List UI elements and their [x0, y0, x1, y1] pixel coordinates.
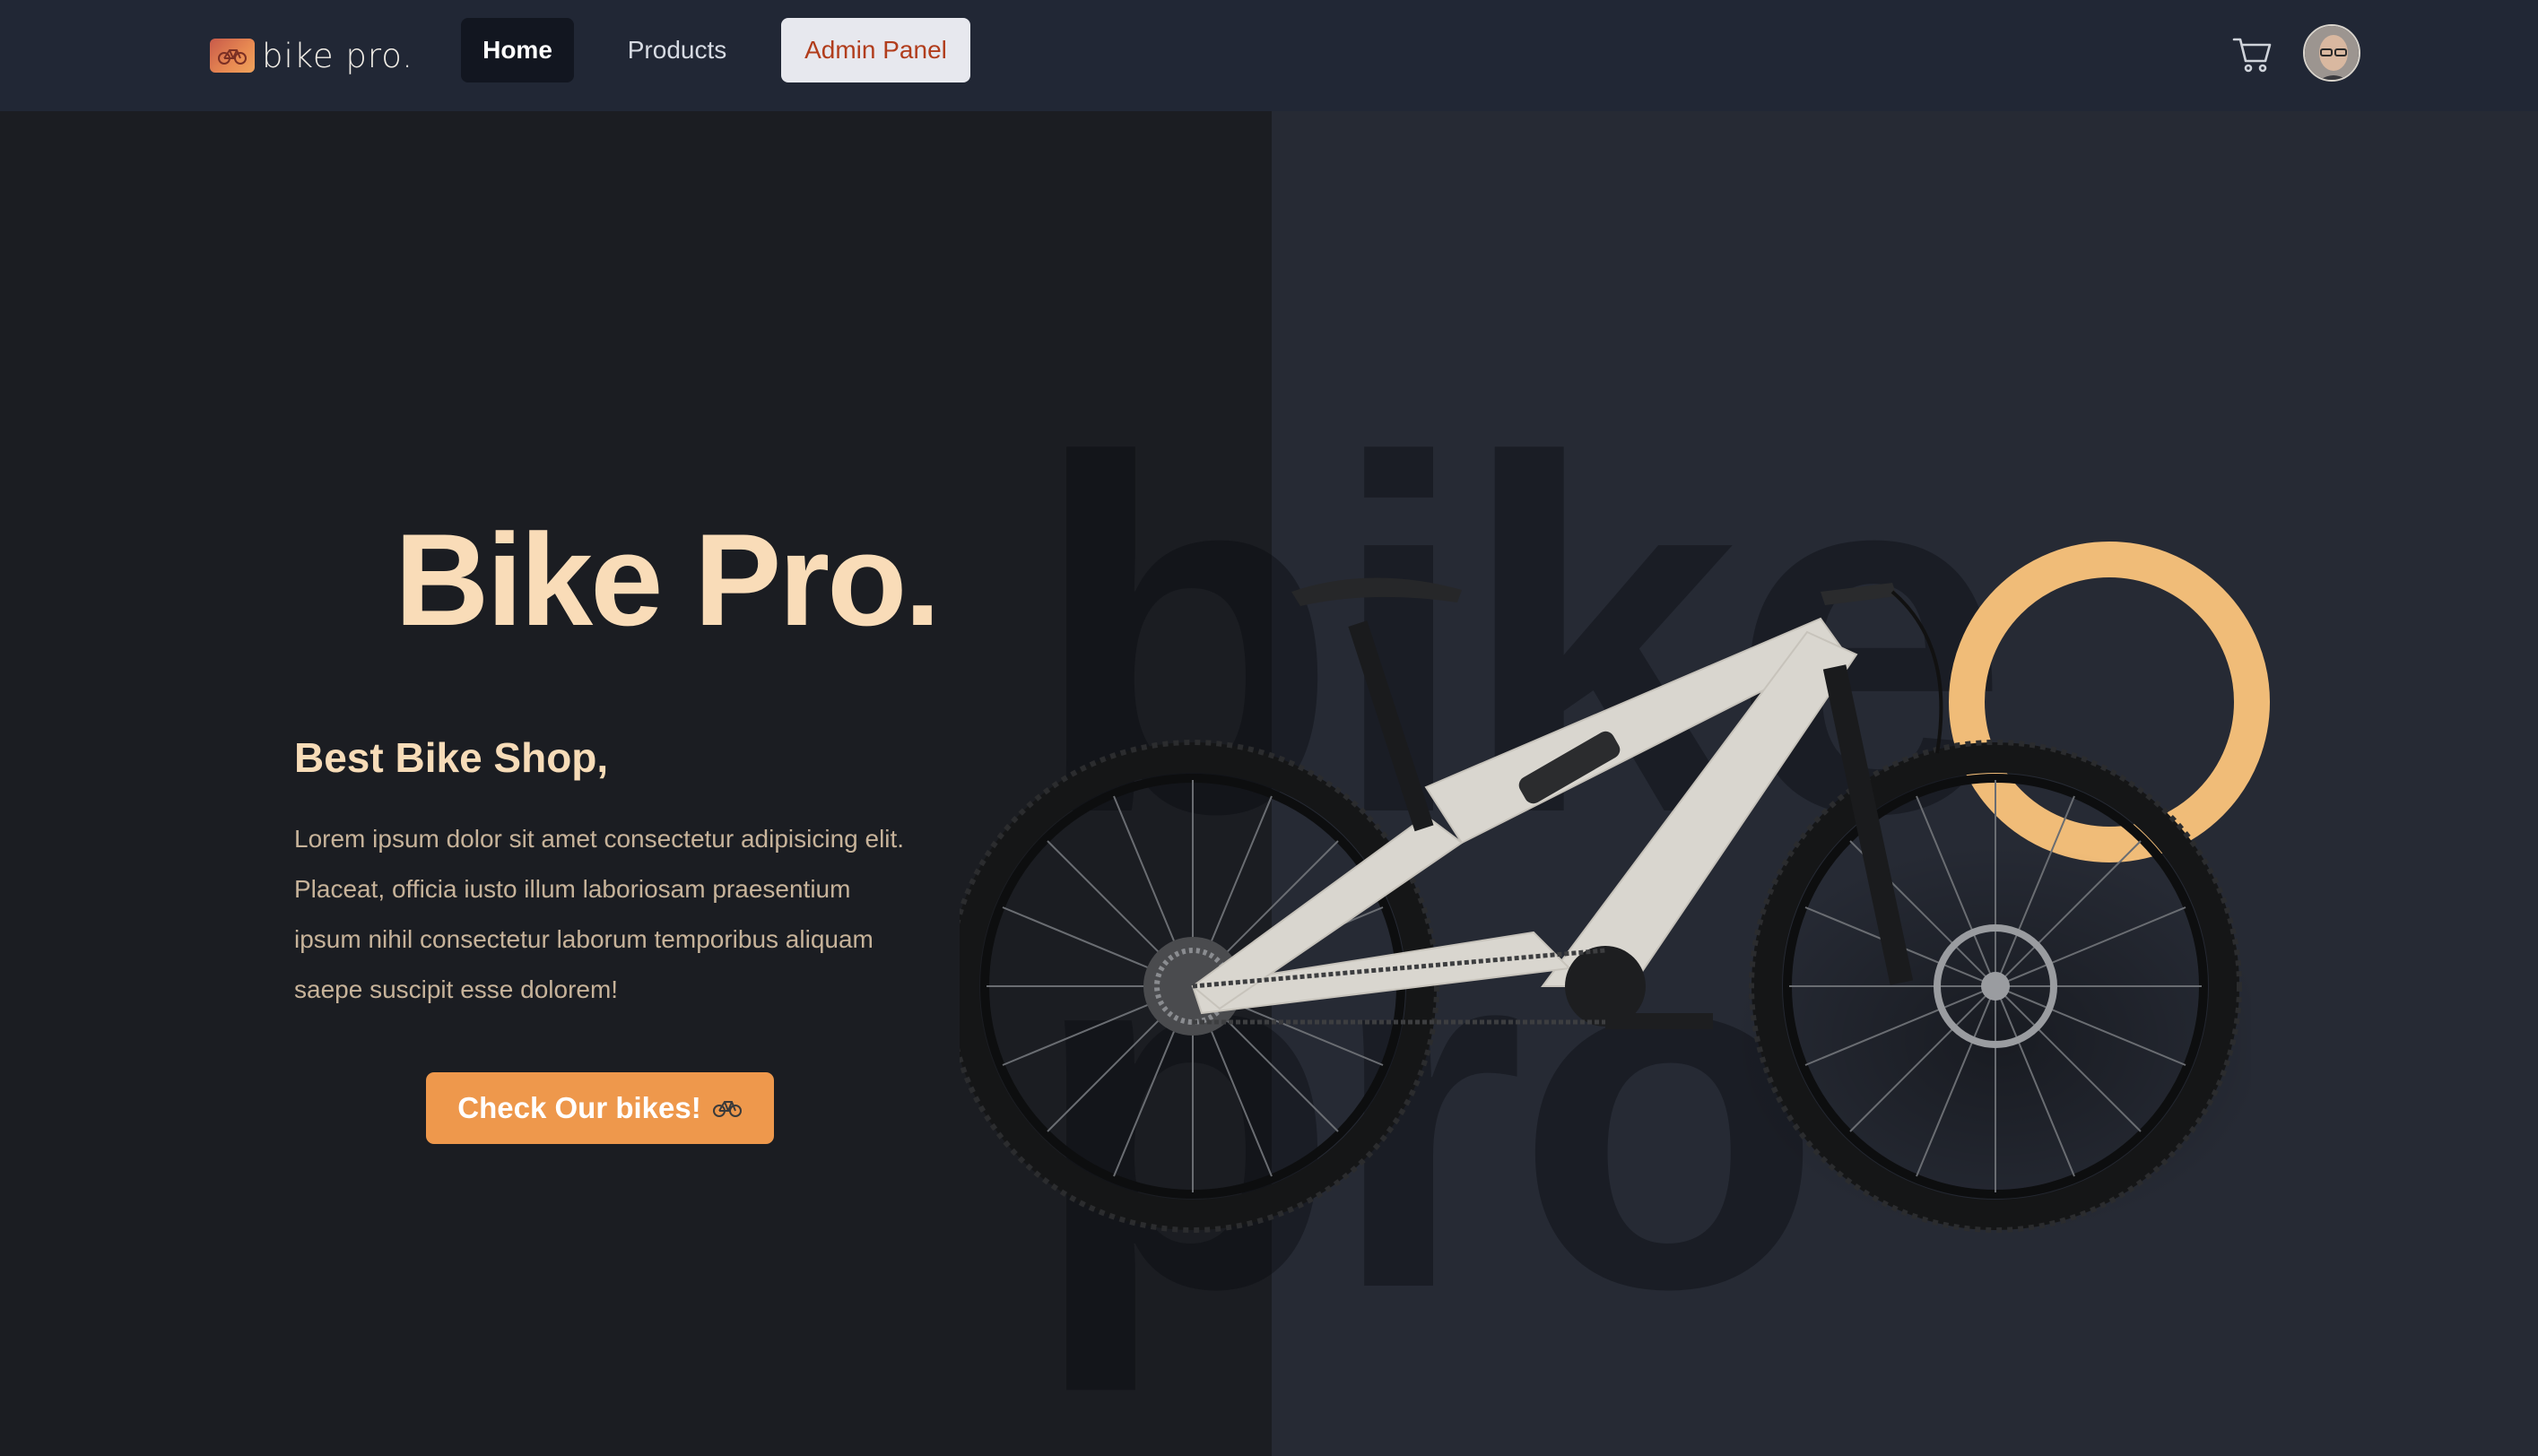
cta-label: Check Our bikes!	[457, 1091, 701, 1124]
nav-admin-panel-button[interactable]: Admin Panel	[781, 18, 970, 82]
nav-products-link[interactable]: Products	[599, 18, 755, 82]
brand-name: bike pro.	[262, 36, 414, 75]
brand-logo[interactable]: bike pro.	[210, 34, 413, 77]
user-avatar[interactable]	[2303, 24, 2360, 82]
hero-subtitle: Best Bike Shop,	[294, 734, 609, 781]
top-navbar: bike pro. Home Products Admin Panel	[0, 0, 2538, 111]
hero-description: Lorem ipsum dolor sit amet consectetur a…	[294, 825, 905, 1003]
bicycle-icon	[712, 1091, 743, 1125]
cart-icon[interactable]	[2231, 32, 2274, 75]
nav-home-link[interactable]: Home	[461, 18, 574, 82]
bicycle-icon	[210, 39, 255, 73]
mountain-bike-image	[960, 577, 2251, 1237]
hero-title: Bike Pro.	[395, 507, 941, 653]
check-bikes-button[interactable]: Check Our bikes!	[426, 1072, 774, 1144]
